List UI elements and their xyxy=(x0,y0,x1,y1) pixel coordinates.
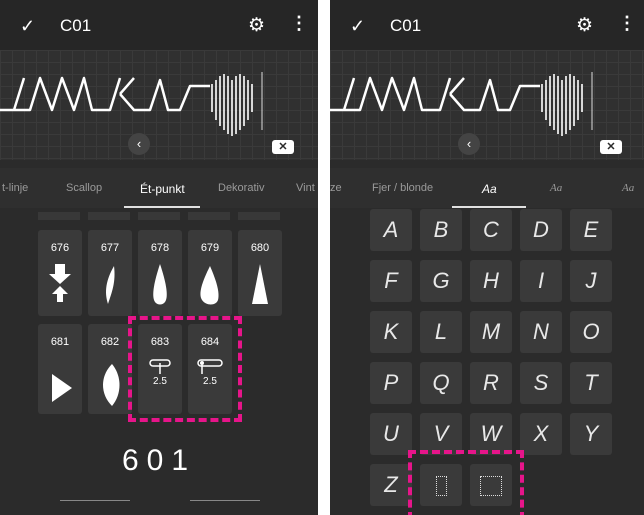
grid-strip xyxy=(138,212,180,220)
category-tabs: ze Fjer / blonde Aa Aa Aa xyxy=(330,168,644,208)
letter-key[interactable]: X xyxy=(520,413,562,455)
grid-strip xyxy=(38,212,80,220)
tab-vintage[interactable]: Vint xyxy=(296,182,315,194)
letter-key[interactable]: O xyxy=(570,311,612,353)
letter-key[interactable]: D xyxy=(520,209,562,251)
stitch-card-682[interactable]: 682 xyxy=(88,324,132,414)
letter-key[interactable]: W xyxy=(470,413,512,455)
highlight-box xyxy=(408,450,524,515)
wedge-stitch-icon xyxy=(52,374,72,402)
chevron-left-icon[interactable]: ‹ xyxy=(128,133,150,155)
tab-feather-lace[interactable]: Fjer / blonde xyxy=(372,182,433,194)
crescent-stitch-icon xyxy=(106,266,115,304)
stitch-card-680[interactable]: 680 xyxy=(238,230,282,316)
stitch-card-678[interactable]: 678 xyxy=(138,230,182,316)
letter-key[interactable]: G xyxy=(420,260,462,302)
letter-key[interactable]: U xyxy=(370,413,412,455)
triangle-stitch-icon xyxy=(252,264,268,304)
leaf-stitch-icon xyxy=(103,364,120,406)
backspace-icon[interactable]: ✕ xyxy=(272,140,294,154)
tab-scallop[interactable]: Scallop xyxy=(66,182,102,194)
pattern-title: C01 xyxy=(390,16,422,35)
letter-key[interactable]: B xyxy=(420,209,462,251)
gear-icon[interactable]: ⚙ xyxy=(576,14,593,37)
divider xyxy=(190,500,260,501)
stitch-card-681[interactable]: 681 xyxy=(38,324,82,414)
highlight-box xyxy=(128,316,242,422)
stitch-sequence-drawing xyxy=(330,72,593,136)
stitch-preview: ✕ xyxy=(0,50,318,160)
stitch-sequence-drawing xyxy=(0,72,263,136)
check-icon[interactable]: ✓ xyxy=(350,16,365,37)
check-icon[interactable]: ✓ xyxy=(20,16,35,37)
stitch-card-679[interactable]: 679 xyxy=(188,230,232,316)
stitch-card-676[interactable]: 676 xyxy=(38,230,82,316)
more-vertical-icon[interactable]: ⋮ xyxy=(618,13,636,34)
letter-key[interactable]: V xyxy=(420,413,462,455)
arrow-down-icon xyxy=(49,264,71,302)
letter-key[interactable]: N xyxy=(520,311,562,353)
teardrop-stitch-icon xyxy=(153,264,167,305)
top-bar: ✓ C01 ⚙ ⋮ xyxy=(0,0,318,50)
more-vertical-icon[interactable]: ⋮ xyxy=(290,13,308,34)
letter-key[interactable]: K xyxy=(370,311,412,353)
left-screen: ✓ C01 ⚙ ⋮ ✕ ‹ t-linje Scallop Ét-punkt D… xyxy=(0,0,318,515)
backspace-icon[interactable]: ✕ xyxy=(600,140,622,154)
letter-key[interactable]: R xyxy=(470,362,512,404)
drop-stitch-icon xyxy=(200,266,219,305)
letter-key[interactable]: C xyxy=(470,209,512,251)
tab-font-script[interactable]: Aa xyxy=(550,182,562,194)
grid-strip xyxy=(88,212,130,220)
letter-key[interactable]: E xyxy=(570,209,612,251)
letter-key[interactable]: A xyxy=(370,209,412,251)
divider xyxy=(60,500,130,501)
stitch-preview: ✕ xyxy=(330,50,644,160)
chevron-left-icon[interactable]: ‹ xyxy=(458,133,480,155)
grid-strip xyxy=(188,212,230,220)
stitch-number-display: 601 xyxy=(121,444,197,477)
letter-key[interactable]: S xyxy=(520,362,562,404)
tab-decorative[interactable]: Dekorativ xyxy=(218,182,264,194)
letter-key[interactable]: P xyxy=(370,362,412,404)
letter-key[interactable]: Q xyxy=(420,362,462,404)
letter-key[interactable]: F xyxy=(370,260,412,302)
tab-font-outline[interactable]: Aa xyxy=(622,182,634,194)
letter-key[interactable]: T xyxy=(570,362,612,404)
tab-font-sans[interactable]: Aa xyxy=(482,182,497,196)
category-tabs: t-linje Scallop Ét-punkt Dekorativ Vint xyxy=(0,168,318,208)
top-bar: ✓ C01 ⚙ ⋮ xyxy=(330,0,644,50)
gear-icon[interactable]: ⚙ xyxy=(248,14,265,37)
letter-key[interactable]: J xyxy=(570,260,612,302)
letter-key[interactable]: M xyxy=(470,311,512,353)
tab-line[interactable]: t-linje xyxy=(2,182,28,194)
letter-key[interactable]: Z xyxy=(370,464,412,506)
letter-key[interactable]: I xyxy=(520,260,562,302)
letter-key[interactable]: Y xyxy=(570,413,612,455)
letter-key[interactable]: H xyxy=(470,260,512,302)
tab-single-point[interactable]: Ét-punkt xyxy=(140,182,185,196)
letter-key[interactable]: L xyxy=(420,311,462,353)
stitch-card-677[interactable]: 677 xyxy=(88,230,132,316)
right-screen: ✓ C01 ⚙ ⋮ ✕ ‹ ze Fjer / blonde Aa Aa Aa xyxy=(330,0,644,515)
grid-strip xyxy=(238,212,280,220)
tab-vintage[interactable]: ze xyxy=(330,182,342,194)
pattern-title: C01 xyxy=(60,16,92,35)
